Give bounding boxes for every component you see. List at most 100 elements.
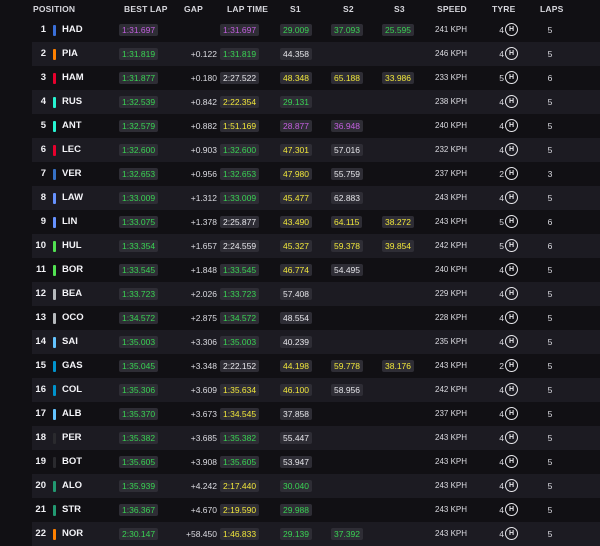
table-row[interactable]: 17 ALB 1:35.370 1:34.545 37.858 +3.673 237 KPH… [32,402,600,426]
team-color-bar [53,25,56,36]
gap-cell [167,18,217,42]
laps-cell: 5 [547,505,553,515]
driver-code: BOR [62,264,84,275]
laps-cell: 5 [547,25,553,35]
lap-time-cell: 1:34.572 [220,312,260,324]
s2-cell: 62.883 [331,192,363,204]
driver-code: RUS [62,96,83,107]
best-lap-cell: 1:35.306 [119,384,159,396]
gap-cell: +58.450 [186,529,217,539]
tyre-age-cell: 4 [499,505,504,515]
tyre-compound-letter: H [508,506,515,513]
lap-time-cell: 1:31.697 [220,24,260,36]
gap-cell: +1.657 [190,241,217,251]
team-color-bar [53,121,56,132]
laps-cell: 6 [547,73,553,83]
best-lap-cell: 1:32.539 [119,96,159,108]
driver-code: SAI [62,336,78,347]
table-row[interactable]: 13 OCO 1:34.572 1:34.572 48.554 +2.875 228 KPH… [32,306,600,330]
best-lap-cell: 1:32.579 [119,120,159,132]
position-cell: 16 [35,384,46,395]
gap-cell: +1.378 [190,217,217,227]
s2-cell: 59.378 [331,240,363,252]
team-color-bar [53,193,56,204]
lap-time-cell: 1:33.545 [220,264,260,276]
table-row[interactable]: 19 BOT 1:35.605 1:35.605 53.947 +3.908 243 KPH… [32,450,600,474]
position-cell: 10 [35,240,46,251]
table-row[interactable]: 6 LEC 1:32.600 1:32.600 47.301 57.016 +0.903 23… [32,138,600,162]
hard-tyre-icon: H [505,503,518,516]
s3-cell: 25.595 [382,24,414,36]
team-color-bar [53,49,56,60]
best-lap-cell: 1:35.939 [119,480,159,492]
lap-time-cell: 1:31.819 [220,48,260,60]
driver-code: BEA [62,288,83,299]
lap-time-cell: 1:35.382 [220,432,260,444]
laps-cell: 5 [547,337,553,347]
speed-cell: 229 KPH [435,289,468,298]
team-color-bar [53,385,56,396]
speed-cell: 243 KPH [435,481,468,490]
table-row[interactable]: 20 ALO 1:35.939 2:17.440 30.040 +4.242 243 KPH… [32,474,600,498]
table-row[interactable]: 7 VER 1:32.653 1:32.653 47.980 55.759 +0.956 23… [32,162,600,186]
s1-cell: 46.774 [280,264,312,276]
table-row[interactable]: 3 HAM 1:31.877 2:27.522 48.348 65.188 33.986 +0… [32,66,600,90]
speed-cell: 240 KPH [435,121,468,130]
team-color-bar [53,97,56,108]
table-row[interactable]: 11 BOR 1:33.545 1:33.545 46.774 54.495 +1.848 2… [32,258,600,282]
tyre-age-cell: 5 [499,217,504,227]
s1-cell: 40.239 [280,336,312,348]
table-row[interactable]: 21 STR 1:36.367 2:19.590 29.988 +4.670 243 KPH… [32,498,600,522]
lap-time-cell: 1:35.605 [220,456,260,468]
laps-cell: 5 [547,433,553,443]
team-color-bar [53,481,56,492]
tyre-compound-letter: H [508,50,515,57]
tyre-compound-letter: H [508,122,515,129]
s1-cell: 47.301 [280,144,312,156]
table-row[interactable]: 16 COL 1:35.306 1:35.634 46.100 58.956 +3.609 2… [32,378,600,402]
table-row[interactable]: 2 PIA 1:31.819 1:31.819 44.358 +0.122 246 KPH 4… [32,42,600,66]
s2-cell: 64.115 [331,216,363,228]
s2-cell: 37.093 [331,24,363,36]
table-row[interactable]: 4 RUS 1:32.539 2:22.354 29.131 +0.842 238 KPH 4… [32,90,600,114]
table-row[interactable]: 18 PER 1:35.382 1:35.382 55.447 +3.685 243 KPH… [32,426,600,450]
team-color-bar [53,217,56,228]
table-row[interactable]: 10 HUL 1:33.354 2:24.559 45.327 59.378 39.854 +… [32,234,600,258]
hard-tyre-icon: H [505,335,518,348]
lap-time-cell: 2:17.440 [220,480,260,492]
best-lap-cell: 1:34.572 [119,312,159,324]
best-lap-cell: 1:32.653 [119,168,159,180]
table-row[interactable]: 5 ANT 1:32.579 1:51.169 28.877 36.948 +0.882 24… [32,114,600,138]
speed-cell: 246 KPH [435,49,468,58]
s1-cell: 48.554 [280,312,312,324]
driver-code: STR [62,504,81,515]
hard-tyre-icon: H [505,47,518,60]
table-row[interactable]: 15 GAS 1:35.045 2:22.152 44.198 59.778 38.176 +… [32,354,600,378]
table-row[interactable]: 8 LAW 1:33.009 1:33.009 45.477 62.883 +1.312 24… [32,186,600,210]
s1-cell: 29.009 [280,24,312,36]
table-row[interactable]: 14 SAI 1:35.003 1:35.003 40.239 +3.306 235 KPH… [32,330,600,354]
header-s3: S3 [394,4,405,14]
table-row[interactable]: 1 HAD 1:31.697 1:31.697 29.009 37.093 25.595 24… [32,18,600,42]
table-row[interactable]: 22 NOR 2:30.147 1:46.833 29.139 37.392 +58.450… [32,522,600,546]
timing-rows: 1 HAD 1:31.697 1:31.697 29.009 37.093 25.595 24… [32,18,600,546]
gap-cell: +3.348 [190,361,217,371]
tyre-age-cell: 4 [499,121,504,131]
gap-cell: +1.848 [190,265,217,275]
header-best-lap: BEST LAP [124,4,168,14]
header-laps: LAPS [540,4,564,14]
s1-cell: 57.408 [280,288,312,300]
team-color-bar [53,505,56,516]
driver-code: VER [62,168,82,179]
table-row[interactable]: 12 BEA 1:33.723 1:33.723 57.408 +2.026 229 KPH… [32,282,600,306]
team-color-bar [53,169,56,180]
laps-cell: 5 [547,481,553,491]
hard-tyre-icon: H [505,287,518,300]
s1-cell: 48.348 [280,72,312,84]
header-lap-time: LAP TIME [227,4,269,14]
s1-cell: 43.490 [280,216,312,228]
table-row[interactable]: 9 LIN 1:33.075 2:25.877 43.490 64.115 38.272 +1… [32,210,600,234]
best-lap-cell: 1:35.605 [119,456,159,468]
hard-tyre-icon: H [505,239,518,252]
hard-tyre-icon: H [505,527,518,540]
